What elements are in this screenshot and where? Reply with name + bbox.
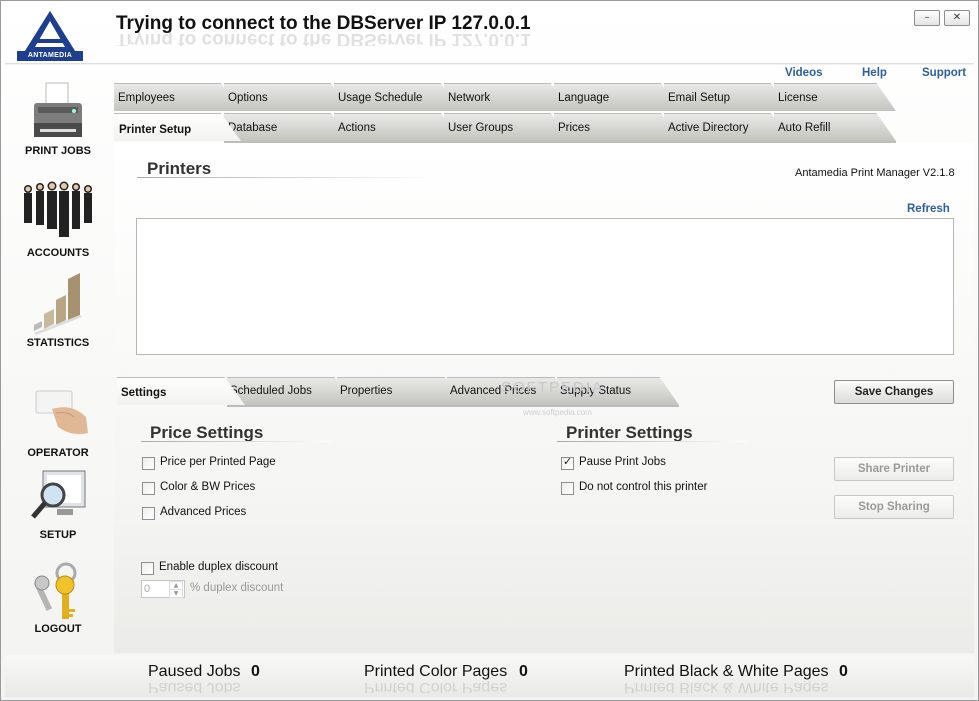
people-icon	[20, 181, 96, 241]
antamedia-logo: ANTAMEDIA	[15, 7, 85, 63]
tab-database[interactable]: Database	[224, 113, 351, 141]
printer-settings-underline	[557, 441, 747, 442]
tab-license[interactable]: License	[774, 83, 896, 111]
stepper-down-icon[interactable]: ▼	[169, 589, 183, 598]
tab-employees[interactable]: Employees	[114, 83, 241, 111]
tab-active-directory[interactable]: Active Directory	[664, 113, 791, 141]
tab-user-groups[interactable]: User Groups	[444, 113, 571, 141]
tab-prices[interactable]: Prices	[554, 113, 681, 141]
color-pages-reflection: Printed Color Pages	[364, 681, 508, 693]
softpedia-watermark: SOFTPEDIA	[501, 379, 605, 396]
subtab-row-line	[227, 405, 679, 407]
minimize-button[interactable]: –	[914, 10, 940, 26]
duplex-discount-stepper[interactable]: ▲ ▼	[141, 580, 185, 598]
sidebar-item-print-jobs[interactable]: PRINT JOBS	[5, 81, 111, 157]
price-settings-title: Price Settings	[150, 423, 264, 442]
sidebar-item-setup[interactable]: SETUP	[5, 469, 111, 541]
save-changes-button[interactable]: Save Changes	[834, 380, 954, 404]
bw-pages-value: 0	[839, 663, 848, 680]
duplex-discount-input[interactable]	[144, 582, 166, 595]
color-pages-value: 0	[519, 663, 528, 680]
sidebar-item-logout[interactable]: LOGOUT	[5, 561, 111, 635]
logo-text: ANTAMEDIA	[27, 52, 73, 59]
stop-sharing-button[interactable]: Stop Sharing	[834, 495, 954, 519]
keys-icon	[28, 561, 88, 623]
bw-pages-reflection: Printed Black & White Pages	[624, 681, 829, 693]
tab-usage-schedule[interactable]: Usage Schedule	[334, 83, 461, 111]
header-divider	[5, 63, 974, 65]
checkmark-icon: ✓	[563, 456, 573, 468]
printer-settings-title: Printer Settings	[566, 423, 693, 442]
sidebar-item-label: STATISTICS	[26, 337, 90, 349]
share-printer-button[interactable]: Share Printer	[834, 457, 954, 481]
do-not-control-checkbox[interactable]	[561, 482, 574, 495]
tab-options[interactable]: Options	[224, 83, 351, 111]
sidebar-item-operator[interactable]: OPERATOR	[5, 387, 111, 459]
paused-jobs-reflection: Paused Jobs	[148, 681, 241, 693]
price-per-page-checkbox[interactable]	[142, 457, 155, 470]
tab-actions[interactable]: Actions	[334, 113, 461, 141]
subtab-properties[interactable]: Properties	[337, 377, 465, 405]
printers-title: Printers	[147, 159, 212, 178]
color-bw-prices-checkbox[interactable]	[142, 482, 155, 495]
printers-title-underline	[137, 177, 437, 178]
tab-printer-setup[interactable]: Printer Setup	[114, 113, 241, 141]
refresh-link[interactable]: Refresh	[907, 203, 950, 215]
sidebar-item-label: SETUP	[39, 529, 77, 541]
paused-jobs-label: Paused Jobs	[148, 663, 241, 680]
app-window: ANTAMEDIA Trying to connect to the DBSer…	[0, 0, 979, 701]
printer-icon	[28, 81, 88, 145]
color-pages-label: Printed Color Pages	[364, 663, 508, 680]
tab-language[interactable]: Language	[554, 83, 681, 111]
sidebar-item-label: PRINT JOBS	[24, 145, 91, 157]
window-title-reflection: Trying to connect to the DBServer IP 127…	[116, 32, 531, 46]
subtab-scheduled-jobs[interactable]: Scheduled Jobs	[227, 377, 355, 405]
close-button[interactable]: ✕	[944, 10, 970, 26]
duplex-discount-unit: % duplex discount	[190, 582, 284, 594]
magnifier-monitor-icon	[27, 469, 89, 529]
sidebar: PRINT JOBS ACCOUNTS STATISTICS OPERATOR …	[5, 65, 111, 655]
softpedia-watermark-url: www.softpedia.com	[523, 408, 592, 417]
tab-network[interactable]: Network	[444, 83, 571, 111]
sidebar-item-statistics[interactable]: STATISTICS	[5, 271, 111, 349]
duplex-discount-checkbox[interactable]	[141, 562, 154, 575]
tab-auto-refill[interactable]: Auto Refill	[774, 113, 896, 141]
videos-link[interactable]: Videos	[785, 67, 823, 79]
pause-print-jobs-checkbox[interactable]: ✓	[561, 456, 574, 470]
printer-list[interactable]	[136, 218, 954, 355]
price-settings-underline	[141, 441, 331, 442]
sidebar-item-accounts[interactable]: ACCOUNTS	[5, 181, 111, 259]
sidebar-item-label: OPERATOR	[27, 447, 89, 459]
advanced-prices-checkbox[interactable]	[142, 507, 155, 520]
card-hand-icon	[22, 387, 94, 441]
paused-jobs-value: 0	[251, 663, 260, 680]
help-link[interactable]: Help	[862, 67, 887, 79]
sidebar-item-label: ACCOUNTS	[26, 247, 90, 259]
support-link[interactable]: Support	[922, 67, 966, 79]
sidebar-item-label: LOGOUT	[34, 623, 82, 635]
bw-pages-label: Printed Black & White Pages	[624, 663, 829, 680]
subtab-settings[interactable]: Settings	[117, 377, 245, 405]
version-label: Antamedia Print Manager V2.1.8	[795, 167, 955, 179]
tab-email-setup[interactable]: Email Setup	[664, 83, 791, 111]
bar-chart-icon	[28, 271, 88, 337]
